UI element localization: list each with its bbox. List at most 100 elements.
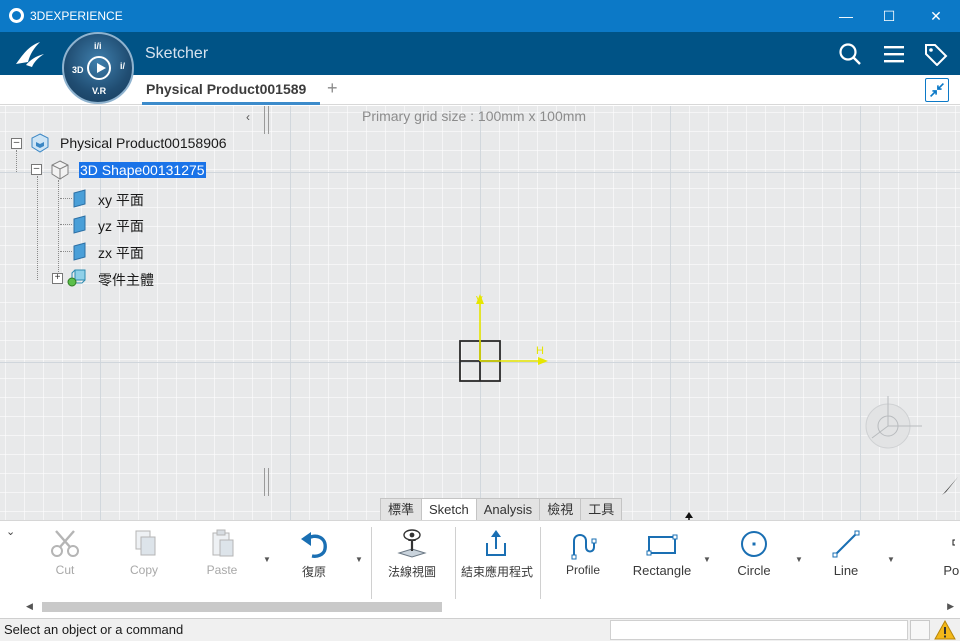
cut-button[interactable]: Cut	[30, 527, 100, 579]
scroll-left-icon[interactable]: ◀	[26, 601, 33, 612]
line-button[interactable]: Line	[811, 527, 881, 579]
paste-icon	[212, 529, 234, 557]
status-toggle-button[interactable]	[910, 620, 930, 640]
compass-icon[interactable]: i/i 3D i/ V.R	[62, 32, 134, 104]
tab-analysis[interactable]: Analysis	[475, 498, 541, 520]
undo-icon	[301, 532, 327, 558]
splitter-handle-bottom[interactable]	[264, 468, 265, 496]
tag-icon[interactable]	[923, 42, 949, 66]
circle-icon	[741, 531, 767, 557]
profile-label: Profile	[565, 563, 600, 577]
exit-app-button[interactable]: 結束應用程式	[461, 527, 533, 579]
normal-view-button[interactable]: 法線視圖	[377, 527, 447, 579]
compass-bottom-label: V.R	[92, 86, 107, 96]
circle-button[interactable]: Circle	[719, 527, 789, 579]
tree-item-physical-product[interactable]: Physical Product00158906	[60, 135, 227, 151]
undo-dropdown-icon[interactable]: ▼	[355, 555, 363, 564]
tree-connector	[58, 180, 59, 280]
menu-icon[interactable]	[881, 42, 907, 66]
physical-product-icon	[31, 133, 49, 153]
profile-icon	[571, 534, 597, 560]
scissors-icon	[51, 530, 79, 557]
copy-button[interactable]: Copy	[109, 527, 179, 579]
active-tab-indicator	[142, 102, 320, 105]
play-icon[interactable]	[87, 56, 111, 80]
plane-icon	[73, 215, 86, 234]
line-dropdown-icon[interactable]: ▼	[887, 555, 895, 564]
export-icon	[486, 530, 506, 556]
tree-expand-toggle[interactable]: +	[52, 273, 63, 284]
separator	[540, 527, 541, 599]
paste-dropdown-icon[interactable]: ▼	[263, 555, 271, 564]
plane-icon	[73, 242, 86, 261]
profile-button[interactable]: Profile	[548, 527, 618, 579]
action-bar-scrollbar[interactable]: ◀ ▶	[20, 601, 958, 613]
tree-collapse-toggle[interactable]: –	[31, 164, 42, 175]
window-title: 3DEXPERIENCE	[30, 9, 123, 23]
undo-button[interactable]: 復原	[279, 527, 349, 579]
app-name: Sketcher	[145, 45, 209, 62]
command-input[interactable]	[610, 620, 908, 640]
tab-view[interactable]: 檢視	[539, 498, 582, 520]
rectangle-dropdown-icon[interactable]: ▼	[703, 555, 711, 564]
tab-sketch[interactable]: Sketch	[421, 498, 477, 520]
copy-label: Copy	[129, 563, 158, 577]
3d-shape-icon	[51, 160, 69, 180]
splitter-handle-bottom[interactable]	[268, 468, 269, 496]
tree-item-xy-plane[interactable]: xy 平面	[98, 190, 144, 210]
specification-tree: ‹ – Physical Product00158906 – 3D Shape0…	[0, 106, 270, 506]
normal-view-icon	[397, 529, 427, 558]
document-tab-bar: Physical Product001589 +	[0, 75, 960, 105]
scrollbar-thumb[interactable]	[42, 602, 442, 612]
tree-item-yz-plane[interactable]: yz 平面	[98, 216, 144, 236]
tree-item-zx-plane[interactable]: zx 平面	[98, 243, 144, 263]
rectangle-icon	[646, 534, 678, 556]
circle-label: Circle	[737, 563, 771, 578]
collapse-tree-button[interactable]: ‹	[246, 110, 250, 124]
compass-top-label: i/i	[94, 41, 102, 51]
scroll-right-icon[interactable]: ▶	[947, 601, 954, 612]
minimize-button[interactable]: —	[823, 0, 869, 32]
action-bar: ⌄ Cut Copy Paste ▼ 復原 ▼ 法線視圖 結束應用程式 Prof…	[0, 520, 960, 618]
robot-compass-icon[interactable]	[862, 388, 932, 458]
tree-item-part-body[interactable]: 零件主體	[98, 270, 154, 290]
tab-standard[interactable]: 標準	[380, 498, 423, 520]
point-button[interactable]: Point	[903, 527, 960, 579]
warning-icon[interactable]	[934, 620, 956, 640]
tree-collapse-toggle[interactable]: –	[11, 138, 22, 149]
line-label: Line	[833, 563, 859, 578]
h-axis-label: H	[536, 345, 544, 357]
splitter-handle-top[interactable]	[264, 106, 265, 134]
title-bar: 3DEXPERIENCE — ☐ ✕	[0, 0, 960, 32]
collapse-view-icon[interactable]	[925, 78, 949, 102]
splitter-handle-top[interactable]	[268, 106, 269, 134]
pen-cursor-icon	[942, 477, 958, 495]
tab-physical-product[interactable]: Physical Product001589	[146, 81, 306, 97]
compass-left-label: 3D	[72, 65, 84, 75]
v-axis-label: V	[476, 295, 483, 306]
rectangle-button[interactable]: Rectangle	[627, 527, 697, 579]
tree-item-3d-shape[interactable]: 3D Shape00131275	[79, 162, 206, 178]
sketch-axis[interactable]: V H	[450, 288, 560, 388]
separator	[455, 527, 456, 599]
grid-size-label: Primary grid size : 100mm x 100mm	[362, 108, 587, 124]
tab-tools[interactable]: 工具	[580, 498, 623, 520]
circle-dropdown-icon[interactable]: ▼	[795, 555, 803, 564]
paste-button[interactable]: Paste	[187, 527, 257, 579]
point-icon	[952, 539, 955, 546]
copy-icon	[135, 530, 156, 556]
dassault-logo-icon[interactable]	[12, 38, 48, 70]
chevron-down-icon[interactable]: ⌄	[6, 525, 15, 538]
status-message: Select an object or a command	[4, 622, 184, 637]
close-button[interactable]: ✕	[913, 0, 959, 32]
rectangle-label: Rectangle	[632, 563, 692, 578]
tree-connector	[37, 176, 38, 280]
status-bar: Select an object or a command	[0, 618, 960, 641]
app-header	[0, 32, 960, 75]
maximize-button[interactable]: ☐	[866, 0, 912, 32]
3dexperience-icon	[9, 8, 24, 23]
part-body-icon	[67, 269, 86, 287]
undo-label: 復原	[301, 565, 326, 579]
search-icon[interactable]	[837, 42, 863, 66]
add-tab-button[interactable]: +	[327, 78, 338, 99]
